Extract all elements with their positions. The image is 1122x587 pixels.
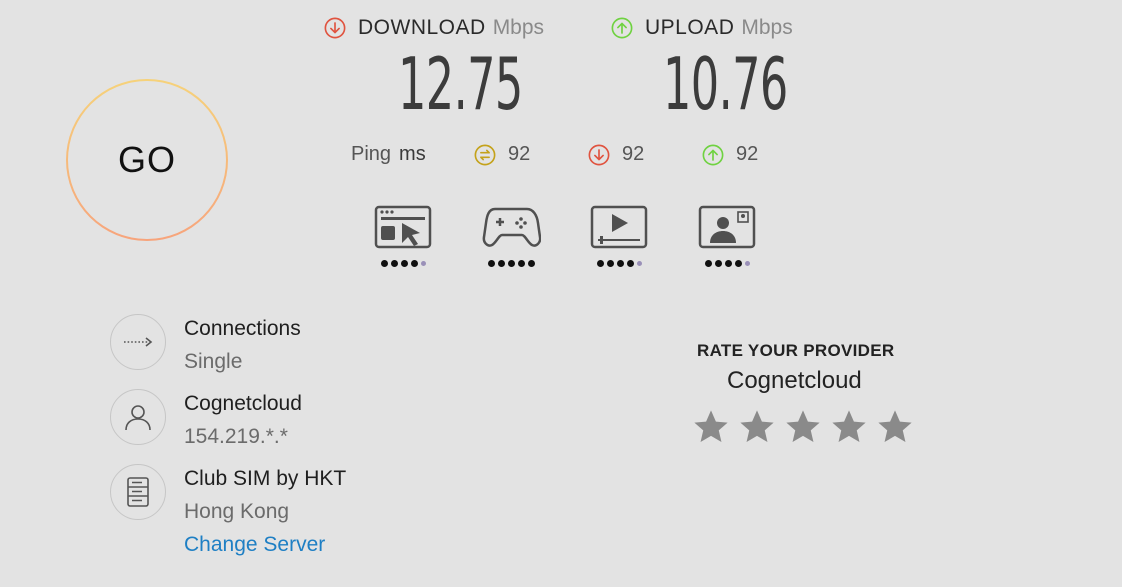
rating-dot-filled — [400, 260, 408, 267]
activity-video-streaming — [589, 205, 649, 267]
ping-unit: ms — [399, 143, 426, 165]
activity-gaming — [481, 205, 542, 267]
rating-dot-filled — [390, 260, 398, 267]
ping-idle-value: 92 — [508, 143, 531, 165]
activity-web-browsing — [373, 205, 433, 267]
isp-badge — [110, 389, 166, 445]
star-4-icon[interactable] — [830, 408, 868, 446]
video-chat-icon — [698, 205, 756, 249]
gaming-rating — [481, 260, 541, 267]
rating-dot-filled — [487, 260, 495, 267]
ping-download: 92 — [588, 143, 644, 166]
connections-title: Connections — [184, 317, 301, 340]
rating-dot-empty — [420, 261, 426, 266]
isp-name: Cognetcloud — [184, 392, 302, 415]
upload-unit: Mbps — [741, 16, 793, 39]
rating-dot-filled — [734, 260, 742, 267]
isp-ip: 154.219.*.* — [184, 425, 288, 448]
go-button[interactable]: GO — [66, 79, 228, 241]
video-chat-rating — [697, 260, 757, 267]
star-5-icon[interactable] — [876, 408, 914, 446]
ping-upload: 92 — [702, 143, 758, 166]
web-browsing-rating — [373, 260, 433, 267]
web-browsing-icon — [374, 205, 432, 249]
connections-value: Single — [184, 350, 243, 373]
star-2-icon[interactable] — [738, 408, 776, 446]
gaming-icon — [482, 207, 542, 247]
rating-dot-filled — [704, 260, 712, 267]
rating-dot-filled — [380, 260, 388, 267]
rating-dot-filled — [497, 260, 505, 267]
ping-idle-icon — [474, 144, 496, 165]
server-location: Hong Kong — [184, 500, 290, 523]
ping-upload-value: 92 — [736, 143, 759, 165]
connections-button[interactable] — [110, 314, 166, 370]
download-unit: Mbps — [492, 16, 545, 39]
upload-label: UPLOAD — [645, 16, 735, 39]
ping-download-icon — [588, 144, 610, 165]
rate-provider-title: RATE YOUR PROVIDER — [697, 341, 895, 360]
rating-stars — [692, 408, 914, 446]
upload-value: 10.76 — [663, 42, 788, 126]
download-value: 12.75 — [398, 42, 523, 126]
activity-video-chat — [697, 205, 757, 267]
user-icon — [125, 405, 151, 431]
change-server-link[interactable]: Change Server — [184, 533, 325, 557]
server-name: Club SIM by HKT — [184, 467, 347, 490]
rating-dot-filled — [606, 260, 614, 267]
video-streaming-icon — [590, 205, 648, 249]
download-header: DOWNLOAD Mbps — [324, 16, 544, 40]
ping-idle: 92 — [474, 143, 530, 166]
rating-dot-filled — [616, 260, 624, 267]
rate-provider-name: Cognetcloud — [727, 367, 862, 394]
download-arrow-icon — [324, 17, 346, 39]
rating-dot-filled — [596, 260, 604, 267]
rating-dot-empty — [636, 261, 642, 266]
rating-dot-filled — [527, 260, 535, 267]
rating-dot-filled — [517, 260, 525, 267]
rating-dot-filled — [626, 260, 634, 267]
rating-dot-filled — [507, 260, 515, 267]
ping-label: Ping — [351, 143, 392, 165]
video-streaming-rating — [589, 260, 649, 267]
ping-upload-icon — [702, 144, 724, 165]
star-3-icon[interactable] — [784, 408, 822, 446]
upload-arrow-icon — [611, 17, 633, 39]
ping-download-value: 92 — [622, 143, 645, 165]
go-button-label: GO — [117, 139, 176, 180]
star-1-icon[interactable] — [692, 408, 730, 446]
rating-dot-filled — [410, 260, 418, 267]
upload-header: UPLOAD Mbps — [611, 16, 793, 40]
connections-arrow-icon — [124, 337, 153, 347]
rating-dot-filled — [714, 260, 722, 267]
server-icon — [127, 477, 149, 507]
download-label: DOWNLOAD — [358, 16, 486, 39]
ping-label-group: Ping ms — [351, 143, 426, 166]
server-badge — [110, 464, 166, 520]
rating-dot-filled — [724, 260, 732, 267]
rating-dot-empty — [744, 261, 750, 266]
